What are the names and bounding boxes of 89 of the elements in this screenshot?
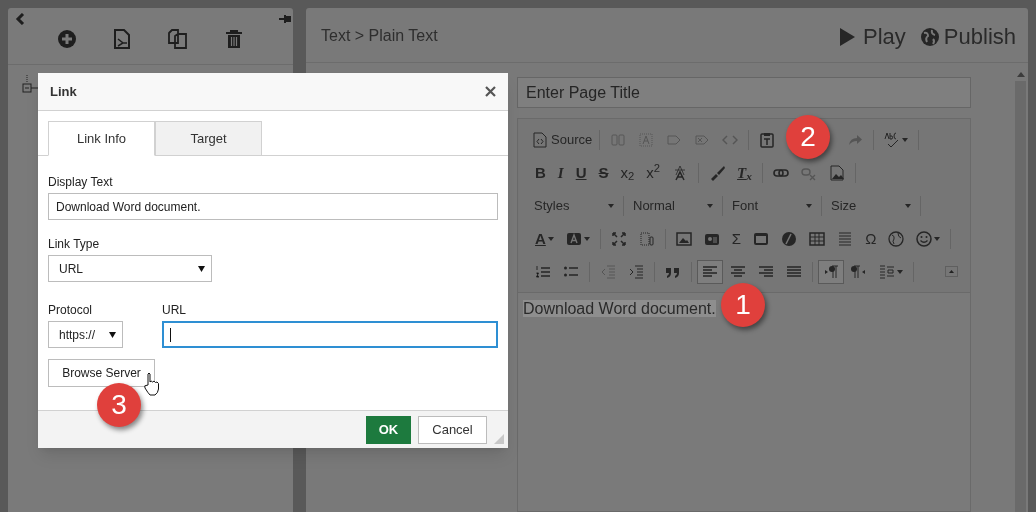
iframe-icon [753,230,770,247]
caret-icon [583,236,590,241]
select-all-icon [638,131,655,148]
background-color-icon [565,230,582,247]
sum-button[interactable]: Σ [726,226,747,251]
publish-button[interactable]: Publish [919,25,1016,49]
spellcheck-icon [884,131,901,148]
globe-icon [888,230,905,247]
caret-icon [897,269,903,274]
scrollbar[interactable] [1015,71,1026,512]
bold-button[interactable]: B [530,160,551,185]
url-field[interactable] [162,321,498,348]
circle-icon [781,230,798,247]
align-center-icon [730,263,746,280]
field-label: URL [162,302,187,319]
right-to-left-icon [851,263,867,280]
caret-icon [902,137,909,142]
show-blocks-icon [638,230,655,247]
dialog-tab[interactable]: Link Info [48,121,155,156]
format-dropdown[interactable]: Font [728,193,816,218]
find-icon [610,131,627,148]
align-left-icon [702,263,718,280]
back-icon[interactable] [15,13,25,25]
document-image-icon [828,164,845,181]
dropdown-arrow-icon [198,265,205,272]
format-dropdown[interactable]: Normal [629,193,717,218]
caret-icon [806,203,812,208]
protocol-select[interactable]: https:// [48,321,123,348]
source-button[interactable]: Source [530,127,595,152]
breadcrumb: Text > Plain Text [321,26,438,46]
caret-icon [608,203,614,208]
align-right-icon [758,263,774,280]
left-to-right-icon [823,263,839,280]
document-icon[interactable] [114,29,130,49]
format-dropdown[interactable]: Size [827,193,915,218]
field-label: Protocol [48,302,94,319]
editor-text: Download Word document. [523,300,716,317]
indent-icon [628,263,644,280]
table-icon [809,230,826,247]
image-icon [675,230,692,247]
pin-icon[interactable] [279,14,291,24]
strikethrough-button[interactable]: S [593,160,614,185]
maximize-icon [610,230,627,247]
italic-button[interactable]: I [552,160,569,185]
horizontal-rule-icon [837,230,854,247]
trash-icon[interactable] [226,30,242,48]
outdent-icon [600,263,616,280]
superscript-button[interactable]: x$^{2}$ [641,160,666,185]
left-to-right-button[interactable] [818,259,844,284]
scroll-up-icon[interactable] [1016,71,1025,77]
format-dropdown[interactable]: Styles [530,193,618,218]
dropdown-arrow-icon [109,331,116,338]
collapse-toolbar-button[interactable] [945,266,958,277]
field-label: Link Type [48,236,101,253]
text-color-button[interactable]: A [530,226,559,251]
collapse-icon [949,270,954,273]
page-title-field[interactable]: Enter Page Title [517,77,971,108]
play-button[interactable]: Play [839,25,906,49]
numbered-list-icon [535,263,551,280]
cancel-button[interactable]: Cancel [418,415,487,444]
brush-icon [709,164,726,181]
language-icon [879,263,895,280]
close-icon[interactable] [485,86,496,97]
link-type-select[interactable]: URL [48,255,212,282]
caret-icon [905,203,911,208]
omega-button[interactable]: Ω [860,226,882,251]
underline-button[interactable]: U [570,160,592,185]
source-icon [532,131,548,148]
dialog-tab[interactable]: Target [155,121,262,156]
copy-icon[interactable] [168,29,188,49]
browse-server-button[interactable]: Browse Server [48,359,155,387]
caret-icon [934,236,941,241]
align-left-button[interactable] [697,259,723,284]
display-text-field[interactable]: Download Word document. [48,193,498,220]
field-label: Display Text [48,174,114,191]
dialog-title: Link [50,82,77,101]
paste-text-icon [759,131,776,148]
hand-cursor-icon [143,372,162,396]
clear-format-button[interactable]: T$_{x}$ [732,160,757,185]
smiley-icon [916,230,933,247]
caret-icon [547,236,554,241]
add-icon[interactable] [58,30,76,48]
caret-icon [707,203,713,208]
ok-button[interactable]: OK [366,415,411,444]
justify-icon [786,263,802,280]
globe-icon [919,27,940,47]
subscript-button[interactable]: x$_{2}$ [615,160,640,185]
tree-node-icon[interactable] [22,75,38,95]
resize-grip-icon[interactable] [494,434,504,444]
